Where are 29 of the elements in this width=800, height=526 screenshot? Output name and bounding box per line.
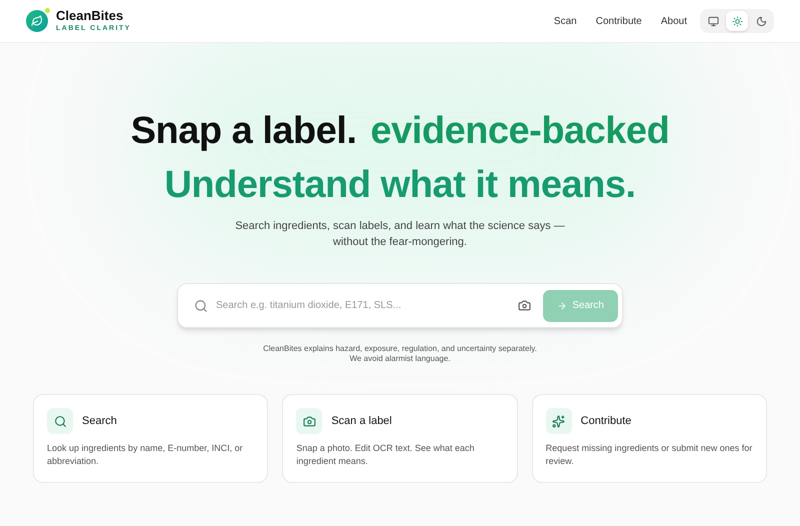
feature-card[interactable]: Search Look up ingredients by name, E-number, INCI, or abbreviation. [33,394,268,483]
moon-icon [756,16,766,26]
sun-icon [732,16,742,26]
theme-button[interactable] [726,11,748,31]
arrow-icon [557,300,568,310]
feature-card[interactable]: Contribute Request missing ingredients or submit new ones for review. [532,394,767,483]
card-description: Snap a photo. Edit OCR text. See what each ingredient means. [296,442,476,468]
hero-title-accent: evidence-backed [370,109,670,154]
search-icon [47,408,73,434]
disclaimer: CleanBites explains hazard, exposure, regulation, and uncertainty separately. We avoid alarmist language. [263,344,537,364]
nav-link[interactable]: Contribute [596,14,642,28]
feature-card[interactable]: Scan a label Snap a photo. Edit OCR text. See what each ingredient means. [282,394,518,483]
card-title: Scan a label [331,414,392,429]
leaf-icon [31,15,43,27]
card-description: Request missing ingredients or submit new ones for review. [546,442,753,468]
card-title: Contribute [580,414,632,429]
card-description: Look up ingredients by name, E-number, INCI, or abbreviation. [47,442,244,468]
sparkles-icon [546,408,572,434]
hero-subtitle: Search ingredients, scan labels, and learn what the science says — without the fear-mongering. [235,219,565,250]
hero-title: Snap a label. [130,109,357,154]
brand-name: CleanBites [56,8,124,22]
hero-title-line: Understand what it means. [164,163,636,208]
camera-icon[interactable] [518,299,532,312]
card-title: Search [82,414,117,429]
nav-link[interactable]: About [660,14,687,28]
camera-icon [296,408,322,434]
nav-link[interactable]: Scan [554,14,577,28]
monitor-icon [708,16,718,26]
search-icon [194,298,208,312]
